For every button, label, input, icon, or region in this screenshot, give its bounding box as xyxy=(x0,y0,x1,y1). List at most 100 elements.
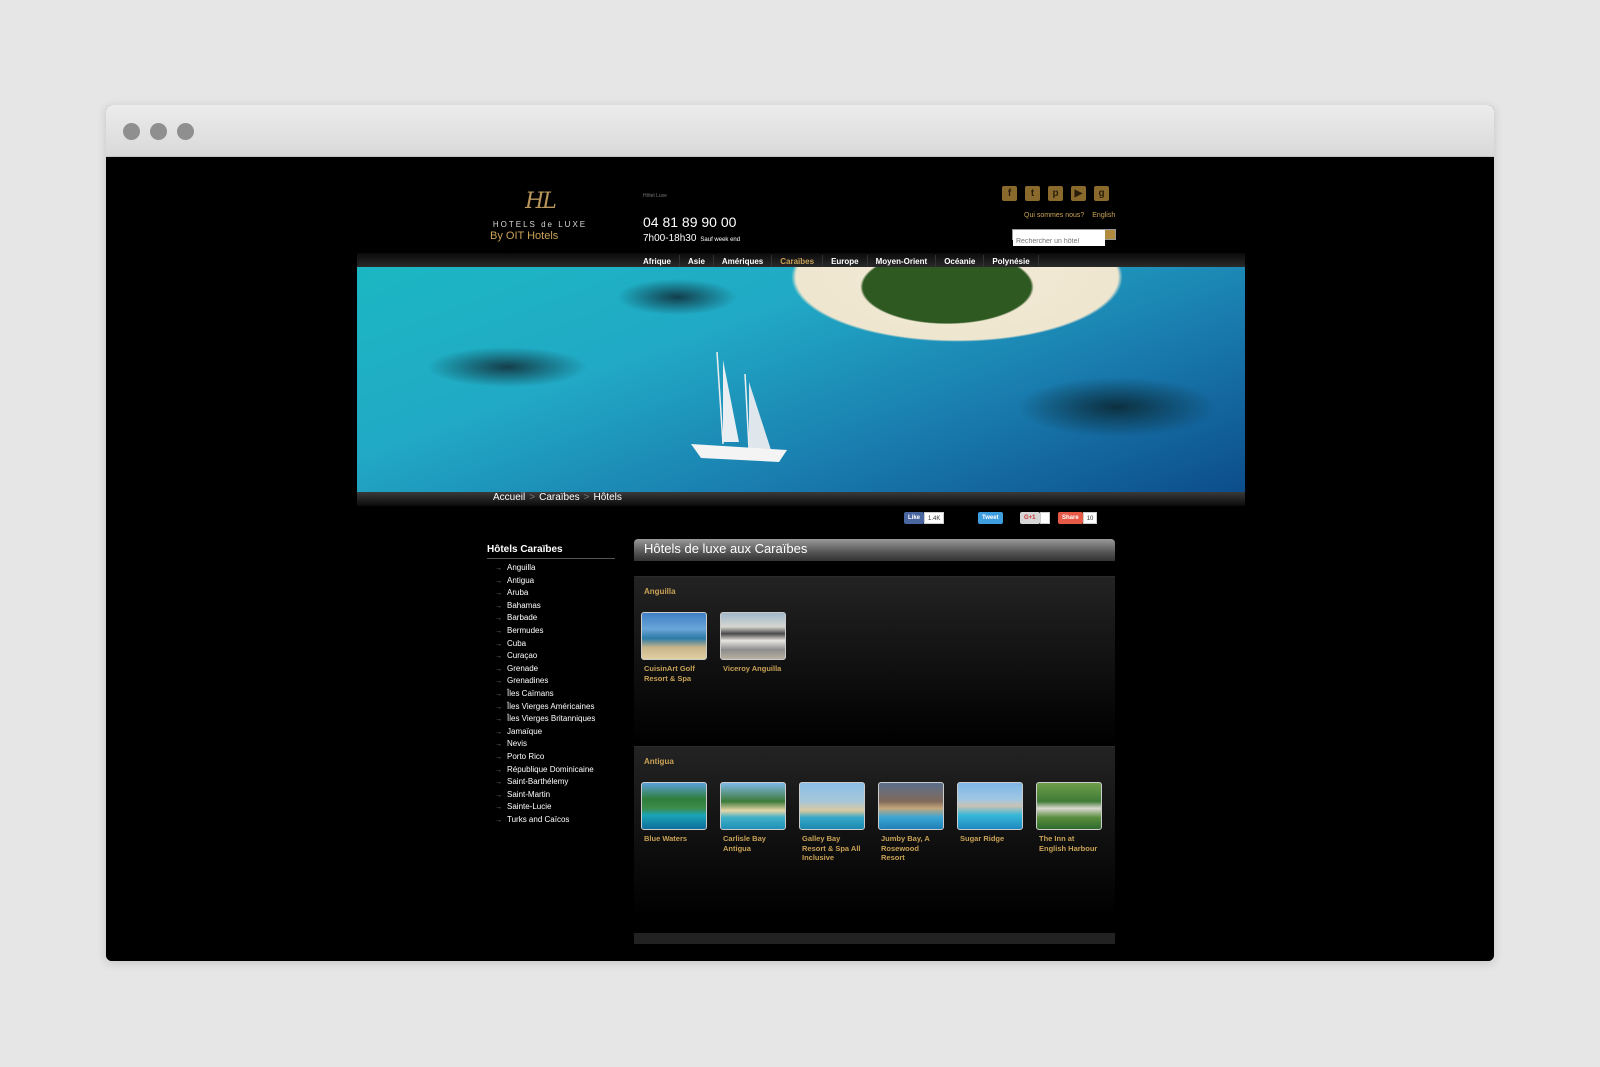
hotel-thumbnail[interactable] xyxy=(641,612,707,660)
hotel-card[interactable]: Jumby Bay, A Rosewood Resort xyxy=(878,782,944,863)
hotel-name[interactable]: CuisinArt Golf Resort & Spa xyxy=(641,664,707,683)
sidebar-item[interactable]: → Grenade xyxy=(495,663,595,676)
sidebar-item-label[interactable]: Îles Vierges Britanniques xyxy=(507,714,595,723)
sidebar-item[interactable]: → Îles Vierges Britanniques xyxy=(495,713,595,726)
gplus-widget[interactable]: G+1 xyxy=(1020,512,1050,524)
breadcrumb-separator: > xyxy=(529,492,536,503)
sidebar-item-label[interactable]: Bahamas xyxy=(507,601,541,610)
hotel-name[interactable]: The Inn at English Harbour xyxy=(1036,834,1102,853)
pinterest-icon[interactable]: p xyxy=(1048,186,1063,201)
sidebar-item-label[interactable]: Aruba xyxy=(507,588,528,597)
gplus-button[interactable]: G+1 xyxy=(1020,512,1040,524)
breadcrumb-home[interactable]: Accueil xyxy=(493,492,525,503)
share-widget[interactable]: Share 10 xyxy=(1058,512,1098,524)
sidebar-item[interactable]: → Sainte-Lucie xyxy=(495,801,595,814)
hero-banner-image xyxy=(357,267,1245,492)
arrow-right-icon: → xyxy=(495,791,502,799)
arrow-right-icon: → xyxy=(495,590,502,598)
hotel-name[interactable]: Galley Bay Resort & Spa All Inclusive xyxy=(799,834,865,863)
twitter-icon[interactable]: t xyxy=(1025,186,1040,201)
sidebar-item[interactable]: → Cuba xyxy=(495,638,595,651)
like-button[interactable]: Like xyxy=(904,512,925,524)
sidebar-item-label[interactable]: Grenadines xyxy=(507,676,548,685)
hotel-name[interactable]: Blue Waters xyxy=(641,834,707,844)
sidebar-item[interactable]: → Antigua xyxy=(495,575,595,588)
hotel-card[interactable]: Viceroy Anguilla xyxy=(720,612,786,683)
sidebar-item[interactable]: → Saint-Martin xyxy=(495,789,595,802)
window-maximize-button[interactable] xyxy=(177,123,194,140)
sidebar-item-label[interactable]: Îles Caïmans xyxy=(507,689,554,698)
tweet-widget[interactable]: Tweet xyxy=(978,512,1003,524)
facebook-like-widget[interactable]: Like 1.4K xyxy=(904,512,945,524)
arrow-right-icon: → xyxy=(495,653,502,661)
sidebar-item-label[interactable]: Îles Vierges Américaines xyxy=(507,702,594,711)
sidebar-item[interactable]: → Îles Vierges Américaines xyxy=(495,701,595,714)
hotel-thumbnail[interactable] xyxy=(878,782,944,830)
googleplus-icon[interactable]: g xyxy=(1094,186,1109,201)
search-input[interactable] xyxy=(1013,237,1105,246)
sidebar-item-label[interactable]: Porto Rico xyxy=(507,752,544,761)
sidebar-item-label[interactable]: Saint-Martin xyxy=(507,790,550,799)
sidebar-title: Hôtels Caraïbes xyxy=(487,544,615,559)
hotel-name[interactable]: Jumby Bay, A Rosewood Resort xyxy=(878,834,944,863)
sidebar-item[interactable]: → Porto Rico xyxy=(495,751,595,764)
hotel-card[interactable]: CuisinArt Golf Resort & Spa xyxy=(641,612,707,683)
site-logo[interactable]: HL HOTELS de LUXE xyxy=(490,189,590,229)
hotel-thumbnail[interactable] xyxy=(720,612,786,660)
sidebar-item-label[interactable]: Saint-Barthélemy xyxy=(507,777,568,786)
hotel-name[interactable]: Viceroy Anguilla xyxy=(720,664,786,674)
sidebar-item[interactable]: → République Dominicaine xyxy=(495,764,595,777)
sidebar-item-label[interactable]: République Dominicaine xyxy=(507,765,594,774)
hotel-card[interactable]: Sugar Ridge xyxy=(957,782,1023,863)
sidebar-item-label[interactable]: Nevis xyxy=(507,739,527,748)
hotel-name[interactable]: Sugar Ridge xyxy=(957,834,1023,844)
arrow-right-icon: → xyxy=(495,565,502,572)
arrow-right-icon: → xyxy=(495,678,502,686)
sidebar-item-label[interactable]: Turks and Caïcos xyxy=(507,815,569,824)
sidebar-item[interactable]: → Jamaïque xyxy=(495,726,595,739)
search-icon[interactable] xyxy=(1105,230,1115,239)
hotel-thumbnail[interactable] xyxy=(957,782,1023,830)
hotel-card[interactable]: Blue Waters xyxy=(641,782,707,863)
sidebar-item-label[interactable]: Curaçao xyxy=(507,651,537,660)
share-button[interactable]: Share xyxy=(1058,512,1083,524)
sidebar-item-label[interactable]: Bermudes xyxy=(507,626,543,635)
language-link[interactable]: English xyxy=(1092,212,1115,219)
about-link[interactable]: Qui sommes nous? xyxy=(1024,212,1084,219)
hotel-card[interactable]: Carlisle Bay Antigua xyxy=(720,782,786,863)
facebook-icon[interactable]: f xyxy=(1002,186,1017,201)
sidebar-item-label[interactable]: Cuba xyxy=(507,639,526,648)
sidebar-item[interactable]: → Bahamas xyxy=(495,600,595,613)
window-close-button[interactable] xyxy=(123,123,140,140)
sidebar-item[interactable]: → Grenadines xyxy=(495,675,595,688)
hotel-thumbnail[interactable] xyxy=(641,782,707,830)
sidebar-item[interactable]: → Saint-Barthélemy xyxy=(495,776,595,789)
sidebar-item[interactable]: → Bermudes xyxy=(495,625,595,638)
youtube-icon[interactable]: ▶ xyxy=(1071,186,1086,201)
hotel-name[interactable]: Carlisle Bay Antigua xyxy=(720,834,786,853)
hotel-card[interactable]: Galley Bay Resort & Spa All Inclusive xyxy=(799,782,865,863)
sidebar-item[interactable]: → Aruba xyxy=(495,587,595,600)
hotel-thumbnail[interactable] xyxy=(1036,782,1102,830)
sidebar-item[interactable]: → Anguilla xyxy=(495,562,595,575)
window-minimize-button[interactable] xyxy=(150,123,167,140)
sidebar-item-label[interactable]: Barbade xyxy=(507,613,537,622)
sidebar-item[interactable]: → Turks and Caïcos xyxy=(495,814,595,827)
arrow-right-icon: → xyxy=(495,741,502,749)
sidebar-item-label[interactable]: Jamaïque xyxy=(507,727,542,736)
hotel-thumbnail[interactable] xyxy=(799,782,865,830)
sidebar-item-label[interactable]: Grenade xyxy=(507,664,538,673)
hotel-card[interactable]: The Inn at English Harbour xyxy=(1036,782,1102,863)
breadcrumb-caraibes[interactable]: Caraïbes xyxy=(539,492,580,503)
sidebar-item[interactable]: → Nevis xyxy=(495,738,595,751)
sidebar-item-label[interactable]: Antigua xyxy=(507,576,534,585)
hotel-thumbnail[interactable] xyxy=(720,782,786,830)
sidebar-item[interactable]: → Curaçao xyxy=(495,650,595,663)
sidebar-item[interactable]: → Barbade xyxy=(495,612,595,625)
sidebar-item-label[interactable]: Sainte-Lucie xyxy=(507,802,551,811)
section-title: Antigua xyxy=(644,757,674,766)
sidebar-item-label[interactable]: Anguilla xyxy=(507,563,535,572)
tweet-button[interactable]: Tweet xyxy=(978,512,1003,524)
sidebar-item[interactable]: → Îles Caïmans xyxy=(495,688,595,701)
header-tagline: Hôtel Luxe xyxy=(643,193,667,199)
